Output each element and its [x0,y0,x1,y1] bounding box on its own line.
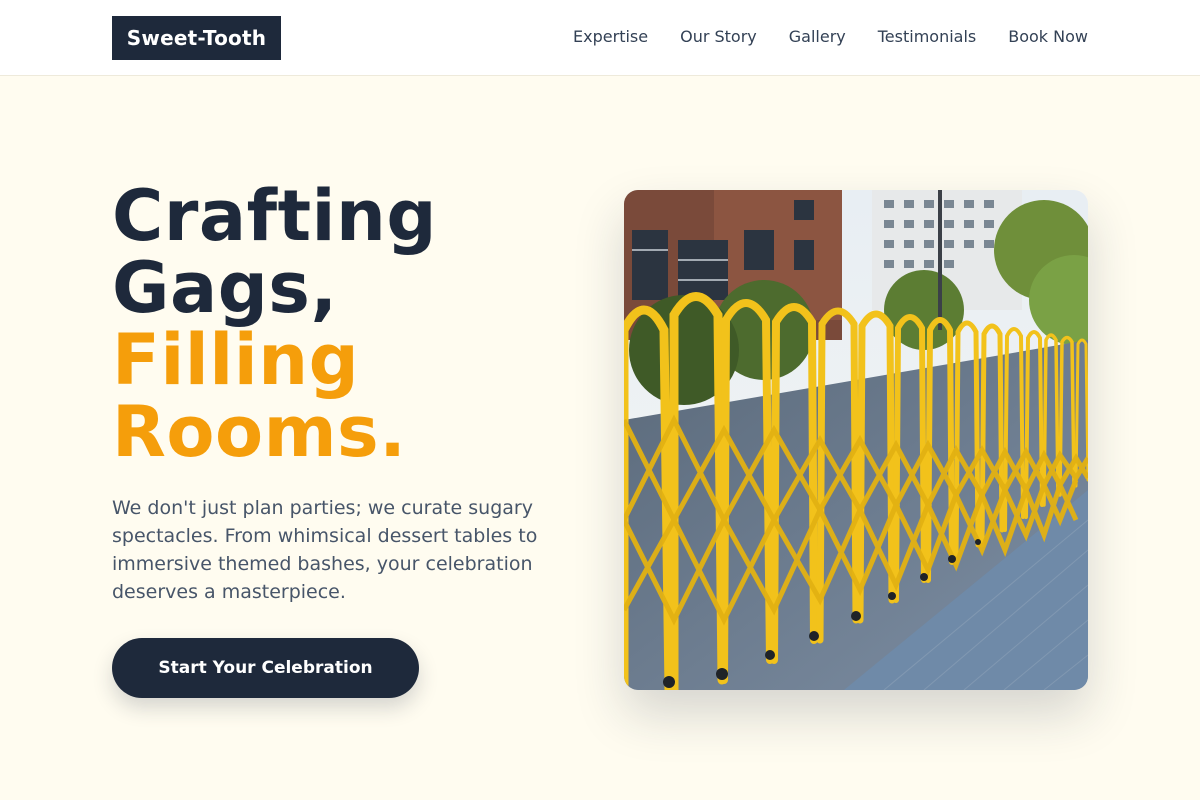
hero-title-line: Crafting [112,175,437,257]
nav-link-book-now[interactable]: Book Now [1008,27,1088,46]
hero-title-accent-line: Filling [112,319,360,401]
start-celebration-button[interactable]: Start Your Celebration [112,638,419,698]
hero-title-line: Gags, [112,247,338,329]
hero-title: Crafting Gags, Filling Rooms. [112,180,582,468]
hero-description: We don't just plan parties; we curate su… [112,497,538,603]
site-header: Sweet-Tooth Expertise Our Story Gallery … [0,0,1200,76]
brand-logo[interactable]: Sweet-Tooth [112,16,281,60]
nav-link-gallery[interactable]: Gallery [789,27,846,46]
hero-title-accent-line: Rooms. [112,391,407,473]
main-nav: Expertise Our Story Gallery Testimonials… [573,0,1088,72]
hero-image [624,190,1088,690]
nav-link-expertise[interactable]: Expertise [573,27,648,46]
nav-link-our-story[interactable]: Our Story [680,27,757,46]
nav-link-testimonials[interactable]: Testimonials [878,27,977,46]
barrier-fence-photo [624,190,1088,690]
